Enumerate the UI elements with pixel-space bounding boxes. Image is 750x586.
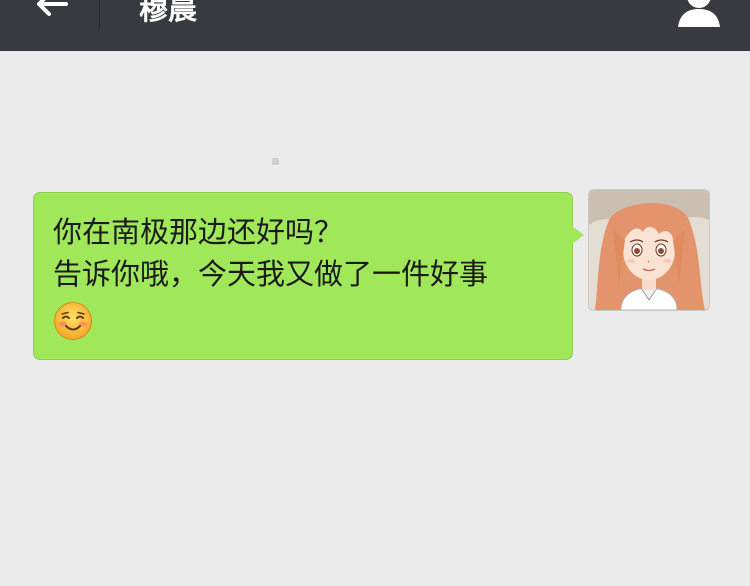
title-bar: 穆晨 [0, 0, 750, 51]
back-arrow-icon[interactable] [30, 0, 72, 28]
header-divider [99, 0, 100, 30]
message-bubble[interactable]: 你在南极那边还好吗？ 告诉你哦，今天我又做了一件好事 [33, 192, 584, 360]
smiling-face-emoji [54, 302, 92, 340]
person-icon[interactable] [676, 0, 722, 27]
chat-title: 穆晨 [139, 0, 198, 26]
avatar-girl-illustration [589, 190, 709, 310]
avatar[interactable] [588, 189, 710, 311]
message-line-1: 你在南极那边还好吗？ [53, 215, 344, 249]
message-line-2: 告诉你哦，今天我又做了一件好事 [53, 257, 489, 291]
timestamp-marker [272, 158, 279, 165]
